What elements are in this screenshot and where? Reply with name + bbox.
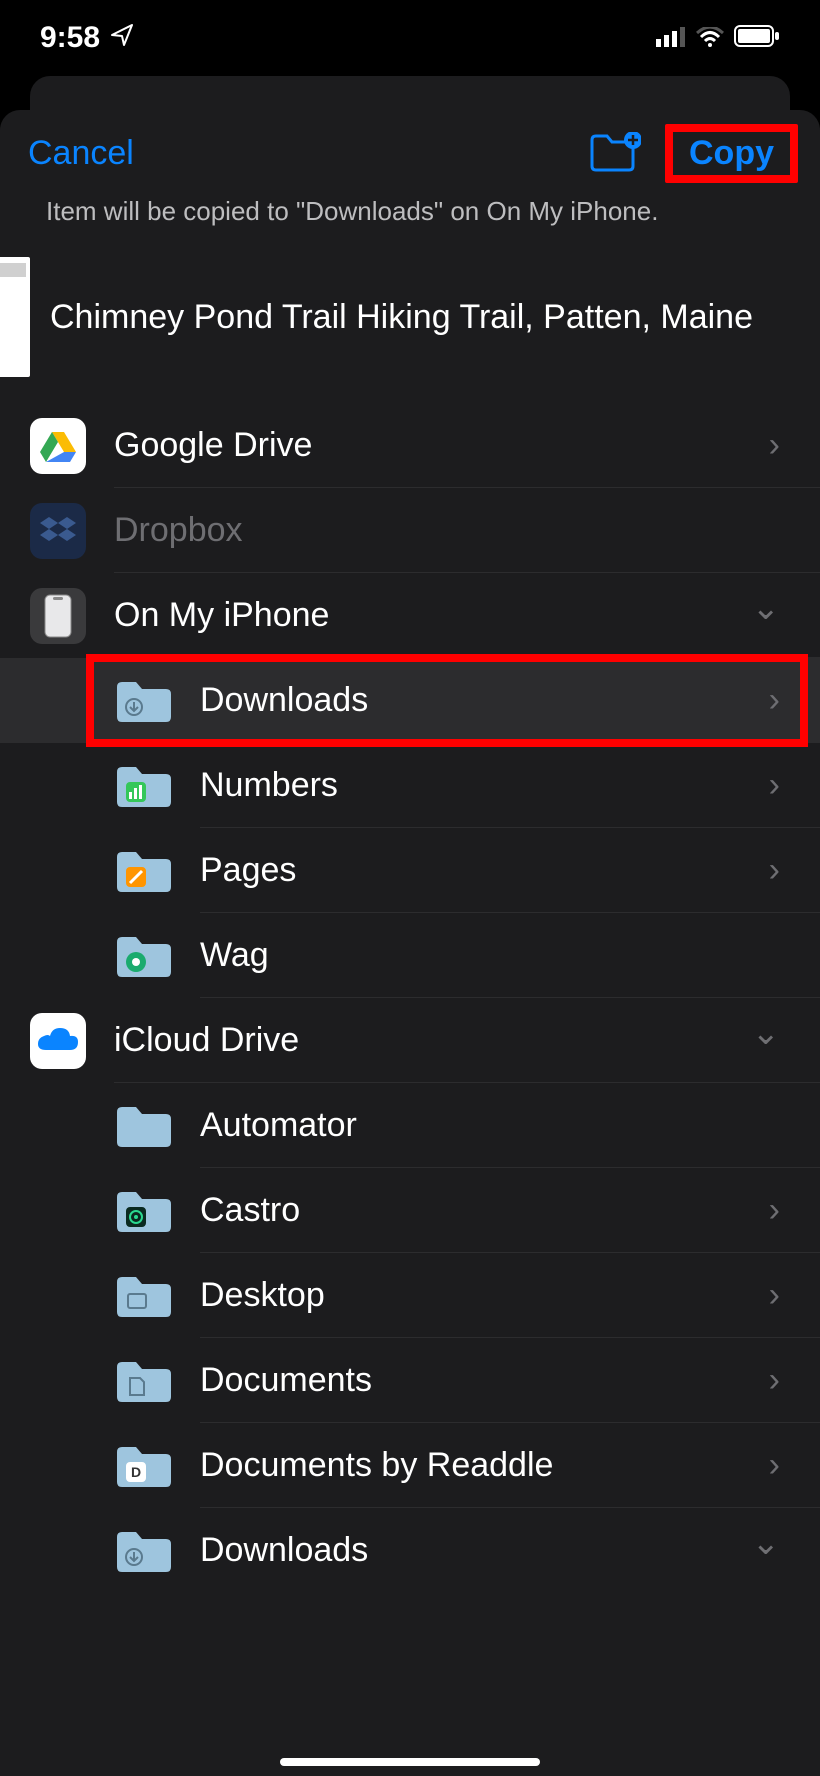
folder-icon	[114, 1187, 174, 1235]
chevron-down-icon	[752, 1021, 781, 1061]
folder-numbers[interactable]: Numbers	[0, 743, 820, 828]
status-bar: 9:58	[0, 0, 820, 76]
location-google-drive[interactable]: Google Drive	[0, 403, 820, 488]
folder-label: Pages	[200, 851, 769, 890]
google-drive-icon	[30, 418, 86, 474]
chevron-right-icon	[769, 426, 780, 465]
cellular-icon	[656, 21, 686, 55]
iphone-icon	[30, 588, 86, 644]
chevron-right-icon	[769, 681, 780, 720]
status-icons	[656, 21, 780, 55]
location-on-my-iphone[interactable]: On My iPhone	[0, 573, 820, 658]
sheet-header: Cancel Copy	[0, 110, 820, 192]
cancel-button[interactable]: Cancel	[28, 134, 134, 173]
locations-list: Google Drive Dropbox On My iPhone	[0, 403, 820, 1776]
folder-label: Automator	[200, 1106, 780, 1145]
highlight-copy: Copy	[665, 124, 798, 183]
item-thumbnail	[0, 257, 30, 377]
item-title: Chimney Pond Trail Hiking Trail, Patten,…	[50, 298, 753, 337]
folder-documents[interactable]: Documents	[0, 1338, 820, 1423]
location-icloud-drive[interactable]: iCloud Drive	[0, 998, 820, 1083]
folder-castro[interactable]: Castro	[0, 1168, 820, 1253]
folder-label: Wag	[200, 936, 780, 975]
folder-label: Downloads	[200, 1531, 752, 1570]
folder-documents-readdle[interactable]: D Documents by Readdle	[0, 1423, 820, 1508]
item-preview-row: Chimney Pond Trail Hiking Trail, Patten,…	[0, 239, 820, 403]
folder-label: Documents by Readdle	[200, 1446, 769, 1485]
dropbox-icon	[30, 503, 86, 559]
chevron-down-icon	[752, 1531, 781, 1571]
copy-button[interactable]: Copy	[679, 130, 784, 176]
folder-icon	[114, 1357, 174, 1405]
folder-icon	[114, 1527, 174, 1575]
wifi-icon	[696, 21, 724, 55]
folder-automator[interactable]: Automator	[0, 1083, 820, 1168]
location-label: iCloud Drive	[114, 1021, 752, 1060]
chevron-down-icon	[752, 596, 781, 636]
chevron-right-icon	[769, 1446, 780, 1485]
location-arrow-icon	[110, 23, 134, 54]
folder-icon	[114, 762, 174, 810]
folder-label: Desktop	[200, 1276, 769, 1315]
folder-icon	[114, 1272, 174, 1320]
chevron-right-icon	[769, 851, 780, 890]
home-indicator[interactable]	[280, 1758, 540, 1766]
background-sheet	[30, 76, 790, 110]
folder-wag[interactable]: Wag	[0, 913, 820, 998]
chevron-right-icon	[769, 1361, 780, 1400]
chevron-right-icon	[769, 766, 780, 805]
chevron-right-icon	[769, 1276, 780, 1315]
folder-pages[interactable]: Pages	[0, 828, 820, 913]
folder-label: Documents	[200, 1361, 769, 1400]
folder-downloads-icloud[interactable]: Downloads	[0, 1508, 820, 1593]
folder-downloads[interactable]: Downloads	[0, 658, 820, 743]
location-label: On My iPhone	[114, 596, 752, 635]
chevron-right-icon	[769, 1191, 780, 1230]
save-sheet: Cancel Copy Item will be copied to "Down…	[0, 110, 820, 1776]
folder-label: Castro	[200, 1191, 769, 1230]
folder-icon	[114, 932, 174, 980]
folder-label: Downloads	[200, 681, 769, 720]
location-label: Google Drive	[114, 426, 769, 465]
folder-icon	[114, 1102, 174, 1150]
status-time: 9:58	[40, 21, 100, 55]
folder-icon	[114, 847, 174, 895]
battery-icon	[734, 21, 780, 55]
folder-icon	[114, 677, 174, 725]
new-folder-icon[interactable]	[589, 132, 641, 174]
folder-label: Numbers	[200, 766, 769, 805]
svg-text:D: D	[131, 1464, 141, 1480]
folder-icon: D	[114, 1442, 174, 1490]
folder-desktop[interactable]: Desktop	[0, 1253, 820, 1338]
icloud-icon	[30, 1013, 86, 1069]
destination-subtitle: Item will be copied to "Downloads" on On…	[0, 192, 820, 239]
location-label: Dropbox	[114, 511, 780, 550]
location-dropbox: Dropbox	[0, 488, 820, 573]
